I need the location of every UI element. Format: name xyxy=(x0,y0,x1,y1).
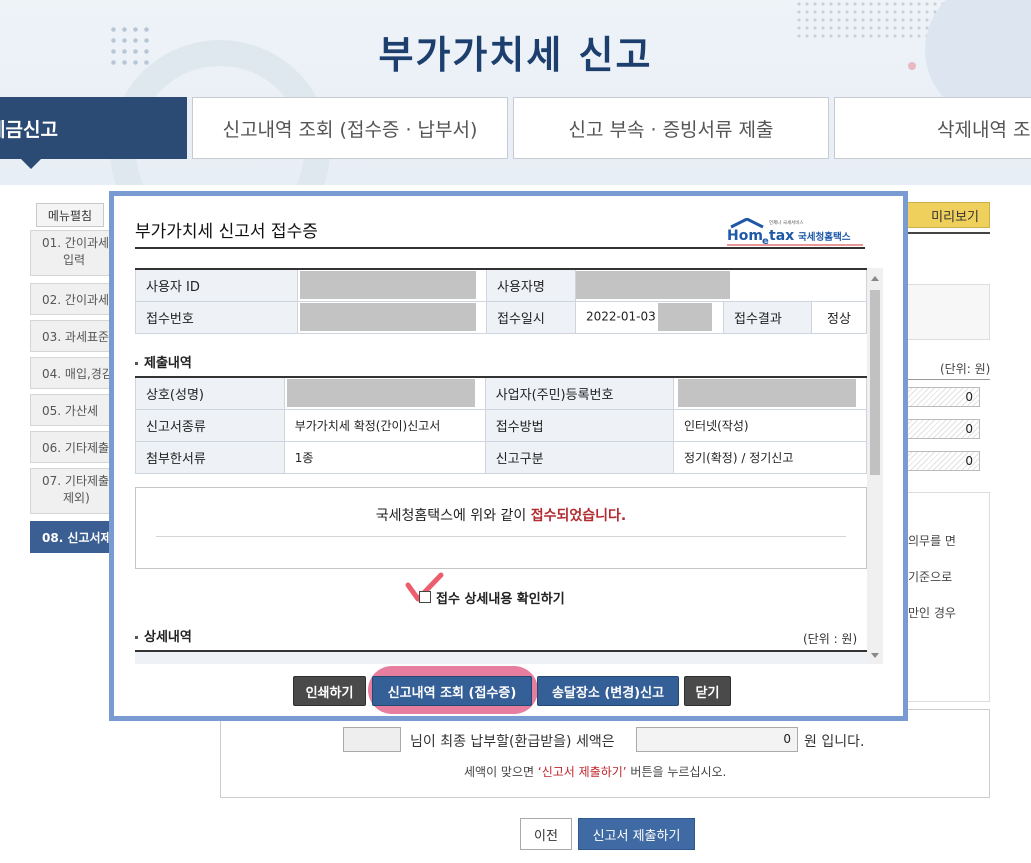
attachment-count-value: 1종 xyxy=(283,440,486,474)
table-header-cell: 접수방법 xyxy=(484,408,675,442)
category-value: 정기(확정) / 정기신고 xyxy=(673,440,867,474)
company-value xyxy=(283,376,486,410)
masked-value xyxy=(300,271,476,300)
svg-text:Hom: Hom xyxy=(727,228,763,244)
table-header-cell: 첨부한서류 xyxy=(135,440,285,474)
divider xyxy=(156,536,846,537)
delivery-address-button[interactable]: 송달장소 (변경)신고 xyxy=(537,676,679,706)
table-header-cell: 접수일시 xyxy=(486,300,576,334)
receipt-number-value xyxy=(297,300,487,334)
detail-table-header xyxy=(135,650,867,664)
scrollbar-thumb[interactable] xyxy=(870,290,880,475)
svg-text:tax: tax xyxy=(769,228,794,244)
user-id-value xyxy=(297,268,487,302)
modal-title: 부가가치세 신고서 접수증 xyxy=(135,222,318,242)
table-header-cell: 신고구분 xyxy=(484,440,675,474)
section-title-detail: 상세내역 xyxy=(135,626,192,645)
receipt-info-table: 사용자 ID 사용자명 접수번호 접수일시 2022-01-03 접수결과 정상 xyxy=(135,268,867,334)
table-row: 첨부한서류 1종 신고구분 정기(확정) / 정기신고 xyxy=(135,440,867,474)
hometax-logo: 언제나 국세서비스 Hom e tax 국세청홈택스 xyxy=(727,218,863,247)
scroll-up-arrow-icon[interactable] xyxy=(871,276,879,281)
modal-button-bar: 인쇄하기 신고내역 조회 (접수증) 송달장소 (변경)신고 닫기 xyxy=(114,676,903,706)
submission-table: 상호(성명) 사업자(주민)등록번호 신고서종류 부가가치세 확정(간이)신고서… xyxy=(135,376,867,474)
table-header-cell: 신고서종류 xyxy=(135,408,285,442)
detail-unit-label: (단위 : 원) xyxy=(803,632,858,646)
filing-history-button[interactable]: 신고내역 조회 (접수증) xyxy=(372,676,532,706)
bizno-value xyxy=(673,376,867,410)
table-row: 사용자 ID 사용자명 xyxy=(135,268,867,302)
masked-value xyxy=(576,271,730,300)
section-title-submission: 제출내역 xyxy=(135,352,192,371)
svg-text:언제나 국세서비스: 언제나 국세서비스 xyxy=(769,219,804,226)
masked-value xyxy=(300,303,476,331)
table-header-cell: 사용자 ID xyxy=(135,268,298,302)
masked-value xyxy=(678,379,856,408)
receipt-notice-box: 국세청홈택스에 위와 같이 접수되었습니다. xyxy=(135,487,867,569)
notice-text: 국세청홈택스에 위와 같이 접수되었습니다. xyxy=(136,505,866,525)
detail-confirm-row[interactable]: 접수 상세내용 확인하기 xyxy=(419,587,565,607)
table-header-cell: 사업자(주민)등록번호 xyxy=(484,376,675,410)
receipt-result-value: 정상 xyxy=(811,300,867,334)
table-row: 신고서종류 부가가치세 확정(간이)신고서 접수방법 인터넷(작성) xyxy=(135,408,867,442)
receipt-modal: 부가가치세 신고서 접수증 언제나 국세서비스 Hom e tax 국세청홈택스… xyxy=(109,191,908,721)
close-button[interactable]: 닫기 xyxy=(684,676,731,706)
table-row: 상호(성명) 사업자(주민)등록번호 xyxy=(135,376,867,410)
receipt-scroll-area[interactable]: 사용자 ID 사용자명 접수번호 접수일시 2022-01-03 접수결과 정상… xyxy=(135,268,867,664)
table-header-cell: 접수결과 xyxy=(723,300,812,334)
table-header-cell: 사용자명 xyxy=(486,268,576,302)
table-header-cell: 상호(성명) xyxy=(135,376,285,410)
receipt-datetime-value: 2022-01-03 xyxy=(575,300,724,334)
notice-highlight: 접수되었습니다. xyxy=(530,508,627,524)
title-divider xyxy=(135,247,865,249)
detail-confirm-label[interactable]: 접수 상세내용 확인하기 xyxy=(436,588,565,607)
print-button[interactable]: 인쇄하기 xyxy=(293,676,366,706)
masked-value xyxy=(286,379,475,408)
datetime-text: 2022-01-03 xyxy=(586,309,656,324)
table-row: 접수번호 접수일시 2022-01-03 접수결과 정상 xyxy=(135,300,867,334)
modal-scrollbar[interactable] xyxy=(867,268,883,664)
scroll-down-arrow-icon[interactable] xyxy=(871,653,879,658)
method-value: 인터넷(작성) xyxy=(673,408,867,442)
user-name-value xyxy=(575,268,867,302)
form-type-value: 부가가치세 확정(간이)신고서 xyxy=(283,408,486,442)
table-header-cell: 접수번호 xyxy=(135,300,298,334)
notice-prefix: 국세청홈택스에 위와 같이 xyxy=(375,508,531,524)
svg-text:국세청홈택스: 국세청홈택스 xyxy=(798,231,851,243)
detail-confirm-checkbox[interactable] xyxy=(419,591,431,603)
masked-value xyxy=(657,303,712,331)
